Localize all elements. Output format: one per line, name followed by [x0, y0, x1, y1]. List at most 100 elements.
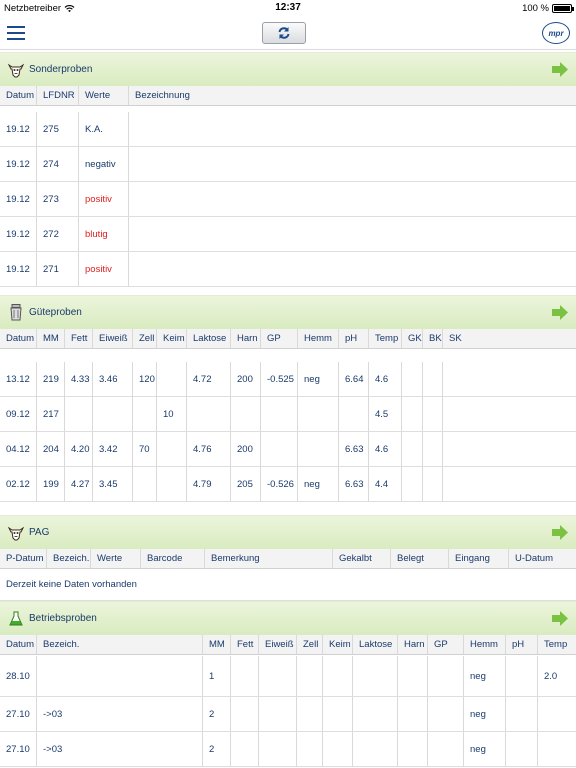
green-arrow-icon[interactable] [552, 525, 568, 540]
col-datum: Datum [6, 90, 34, 101]
table-cell [442, 467, 449, 501]
table-cell: 02.12 [6, 478, 30, 490]
table-cell: neg [297, 362, 320, 397]
table-cell: blutig [78, 217, 108, 251]
table-cell: neg [463, 732, 486, 766]
table-cell [322, 732, 329, 766]
hamburger-icon [7, 26, 25, 28]
table-cell [397, 656, 404, 696]
table-cell [186, 397, 193, 431]
table-cell [156, 362, 163, 397]
table-cell [128, 112, 135, 146]
table-cell [352, 697, 359, 731]
table-cell: 2.0 [537, 656, 557, 696]
table-cell: ->03 [36, 697, 62, 731]
section-gueteproben[interactable]: Güteproben [0, 295, 576, 329]
table-row[interactable]: 19.12 274 negativ [0, 147, 576, 182]
menu-button[interactable] [7, 26, 25, 40]
table-cell: 6.63 [338, 432, 364, 466]
table-cell: 19.12 [6, 123, 30, 135]
table-row[interactable]: 28.10 1 neg 2.0 [0, 656, 576, 697]
cow-icon [7, 61, 25, 79]
gueteproben-header: Datum MM Fett Eiweiß Zell Keim Laktose Harn GP He… [0, 329, 576, 349]
col-lfdnr: LFDNR [36, 86, 75, 105]
table-row[interactable]: 09.12 217 10 4.5 [0, 397, 576, 432]
section-sonderproben[interactable]: Sonderproben [0, 52, 576, 86]
table-cell [132, 467, 139, 501]
table-cell: positiv [78, 252, 112, 286]
table-cell: 274 [36, 147, 59, 181]
table-cell: 273 [36, 182, 59, 216]
refresh-button[interactable] [262, 22, 306, 44]
table-cell [352, 656, 359, 696]
table-cell [422, 397, 429, 431]
betrieb-col-4: Eiweiß [258, 635, 294, 654]
table-cell [422, 432, 429, 466]
table-cell: 27.10 [6, 743, 30, 755]
guete-col-10: pH [338, 329, 357, 348]
table-cell [322, 697, 329, 731]
table-cell [132, 397, 139, 431]
pag-col-4: Bemerkung [204, 549, 260, 568]
table-cell: 3.42 [92, 432, 118, 466]
cow-icon [7, 524, 25, 542]
table-row[interactable]: 19.12 272 blutig [0, 217, 576, 252]
table-cell: neg [463, 697, 486, 731]
table-cell: 200 [230, 362, 253, 397]
section-pag[interactable]: PAG [0, 515, 576, 549]
guete-col-8: GP [260, 329, 281, 348]
table-row[interactable]: 27.10 ->03 2 neg [0, 732, 576, 767]
table-cell: 120 [132, 362, 155, 397]
clock: 12:37 [275, 2, 301, 13]
table-cell: 204 [36, 432, 59, 466]
green-arrow-icon[interactable] [552, 305, 568, 320]
flask-icon [7, 610, 25, 628]
guete-col-9: Hemm [297, 329, 332, 348]
table-cell: -0.525 [260, 362, 294, 397]
table-cell: 28.10 [6, 670, 30, 682]
table-cell: 4.72 [186, 362, 212, 397]
table-cell [322, 656, 329, 696]
table-cell: 217 [36, 397, 59, 431]
guete-col-1: MM [36, 329, 59, 348]
pag-header: P-Datum Bezeich. Werte Barcode Bemerkung Geka… [0, 549, 576, 569]
pag-col-6: Belegt [390, 549, 424, 568]
table-cell: -0.526 [260, 467, 294, 501]
pag-col-7: Eingang [448, 549, 490, 568]
section-betriebsproben[interactable]: Betriebsproben [0, 601, 576, 635]
table-row[interactable]: 19.12 271 positiv [0, 252, 576, 287]
green-arrow-icon[interactable] [552, 62, 568, 77]
table-cell [401, 467, 408, 501]
table-cell: 4.27 [64, 467, 90, 501]
table-cell [258, 656, 265, 696]
table-cell: 4.5 [368, 397, 388, 431]
betrieb-col-7: Laktose [352, 635, 392, 654]
table-cell [128, 217, 135, 251]
top-bar: mpr [0, 16, 576, 50]
table-cell: 2 [202, 732, 214, 766]
table-cell [427, 656, 434, 696]
table-row[interactable]: 13.12 219 4.33 3.46 120 4.72 200 -0.525 neg 6.64 4… [0, 350, 576, 397]
table-row[interactable]: 19.12 273 positiv [0, 182, 576, 217]
table-row[interactable]: 19.12 275 K.A. [0, 112, 576, 147]
guete-col-3: Eiweiß [92, 329, 128, 348]
table-cell: 3.45 [92, 467, 118, 501]
table-row[interactable]: 27.10 ->03 2 neg [0, 697, 576, 732]
section-title: Betriebsproben [29, 613, 97, 624]
col-bezeichnung: Bezeichnung [128, 86, 190, 105]
table-cell [442, 432, 449, 466]
betrieb-col-10: Hemm [463, 635, 498, 654]
table-cell: 70 [132, 432, 150, 466]
table-cell [422, 362, 429, 397]
table-cell: positiv [78, 182, 112, 216]
table-row[interactable]: 02.12 199 4.27 3.45 4.79 205 -0.526 neg 6.63 4.4 [0, 467, 576, 502]
table-cell: 4.6 [368, 432, 388, 466]
green-arrow-icon[interactable] [552, 611, 568, 626]
status-bar: Netzbetreiber 12:37 100 % [0, 0, 576, 16]
table-row[interactable]: 04.12 204 4.20 3.42 70 4.76 200 6.63 4.6 [0, 432, 576, 467]
pag-col-8: U-Datum [508, 549, 553, 568]
pag-col-3: Barcode [140, 549, 182, 568]
refresh-icon [278, 27, 290, 39]
table-cell [36, 656, 43, 696]
betrieb-col-5: Zell [296, 635, 318, 654]
